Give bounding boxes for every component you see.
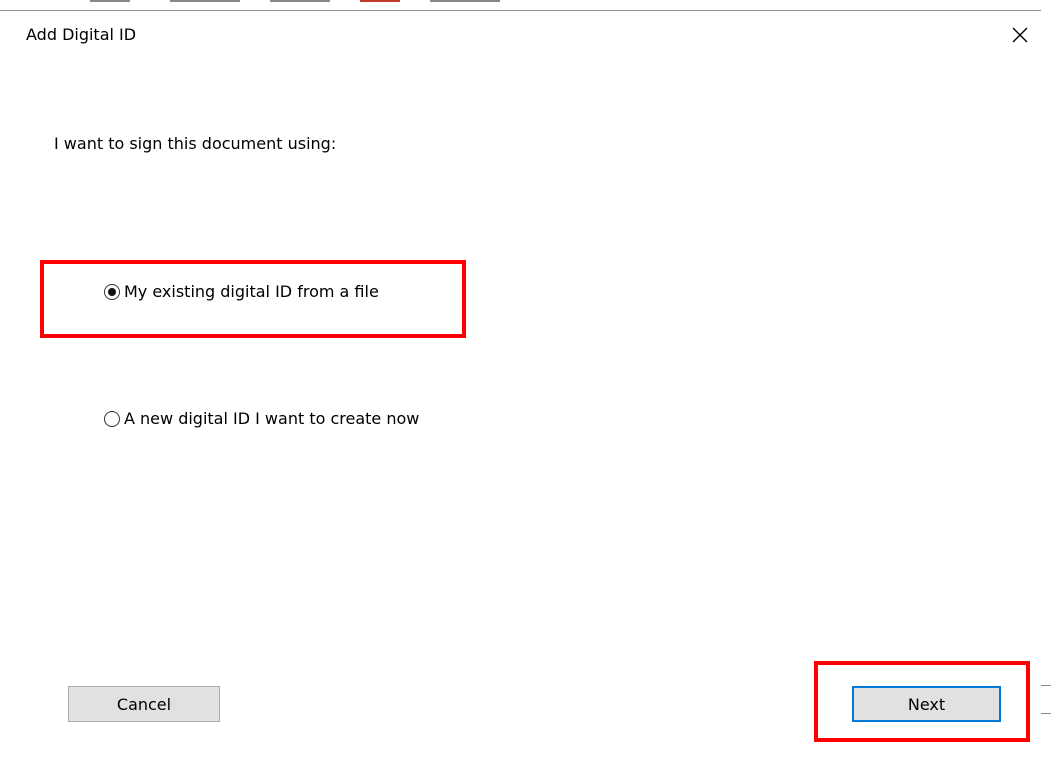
prompt-label: I want to sign this document using: [54,134,337,153]
radio-option-new-id[interactable]: A new digital ID I want to create now [104,409,419,428]
dialog-title: Add Digital ID [26,25,137,44]
cancel-button[interactable]: Cancel [68,686,220,722]
close-button[interactable] [1005,21,1035,49]
add-digital-id-dialog: Add Digital ID I want to sign this docum… [0,10,1041,757]
highlight-box-existing-id [40,260,466,338]
radio-label-new-id: A new digital ID I want to create now [124,409,420,428]
background-window-edge-right [1041,655,1051,756]
background-window-peek [30,0,530,3]
close-icon [1012,27,1028,43]
highlight-box-next [814,661,1030,742]
radio-button-unselected[interactable] [104,410,120,427]
